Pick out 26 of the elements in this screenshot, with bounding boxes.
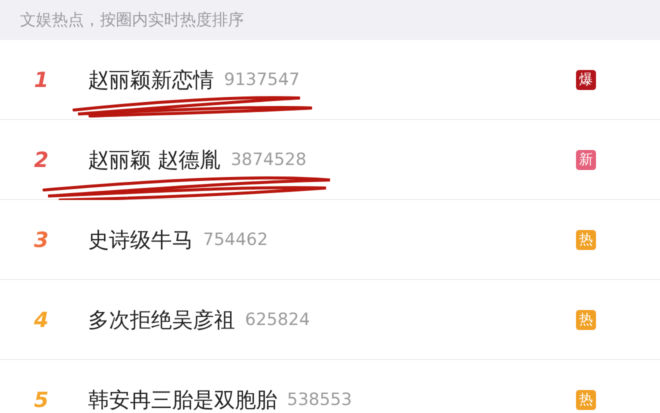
status-tag: 热	[576, 390, 596, 410]
heat-count: 538553	[287, 390, 352, 410]
heat-count: 3874528	[230, 150, 306, 170]
hot-search-row[interactable]: 3 史诗级牛马 754462 热	[0, 200, 660, 279]
topic-title: 韩安冉三胎是双胞胎	[88, 386, 277, 413]
status-tag: 新	[576, 150, 596, 170]
rank-number: 5	[34, 388, 50, 412]
topic-title: 多次拒绝吴彦祖	[88, 306, 235, 334]
topic-title: 赵丽颖新恋情	[88, 66, 214, 94]
topic-title: 史诗级牛马	[88, 226, 193, 254]
rank-number: 3	[34, 228, 50, 252]
status-tag: 爆	[576, 70, 596, 90]
section-caption: 文娱热点，按圈内实时热度排序	[20, 10, 244, 30]
hot-search-row[interactable]: 2 赵丽颖 赵德胤 3874528 新	[0, 120, 660, 199]
rank-number: 1	[34, 68, 50, 92]
hot-search-row[interactable]: 1 赵丽颖新恋情 9137547 爆	[0, 40, 660, 119]
status-tag: 热	[576, 310, 596, 330]
status-tag: 热	[576, 230, 596, 250]
rank-number: 4	[34, 308, 50, 332]
heat-count: 9137547	[224, 70, 300, 90]
heat-count: 754462	[203, 230, 268, 250]
hot-search-row[interactable]: 5 韩安冉三胎是双胞胎 538553 热	[0, 360, 660, 413]
heat-count: 625824	[245, 310, 310, 330]
topic-title: 赵丽颖 赵德胤	[88, 146, 221, 174]
hot-search-row[interactable]: 4 多次拒绝吴彦祖 625824 热	[0, 280, 660, 359]
rank-number: 2	[34, 148, 50, 172]
